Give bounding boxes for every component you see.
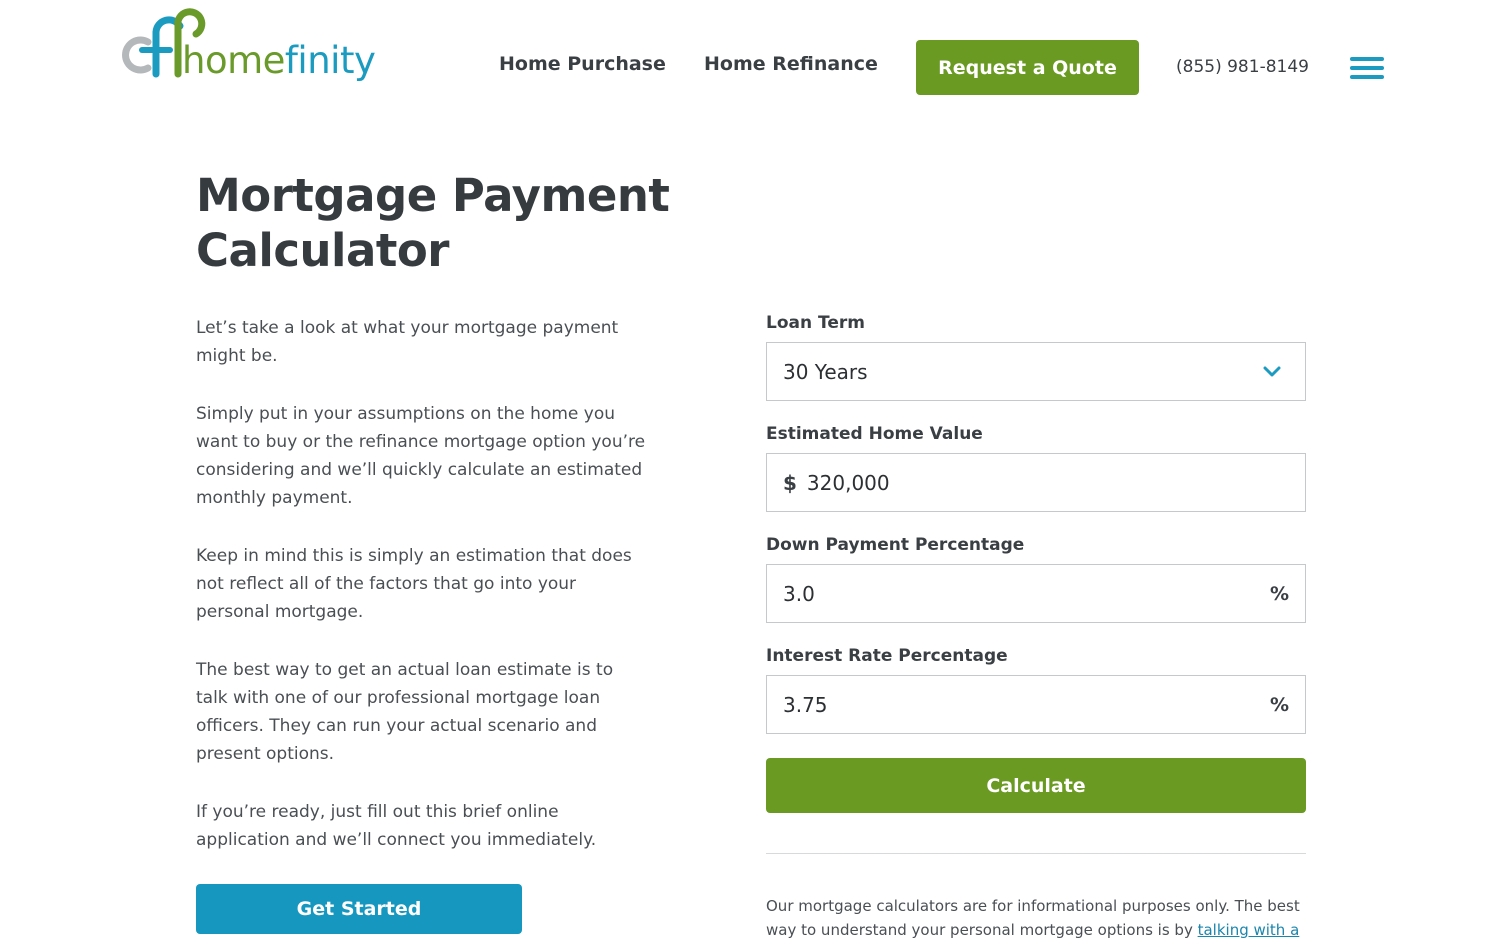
intro-paragraph: If you’re ready, just fill out this brie… (196, 802, 597, 850)
page-title: Mortgage Payment Calculator (196, 168, 716, 278)
phone-number-link[interactable]: (855) 981-8149 (1176, 57, 1309, 77)
talk-with-officer-link[interactable]: talking with a (1198, 921, 1300, 939)
interest-rate-field[interactable]: % (766, 675, 1306, 734)
intro-paragraph: The best way to get an actual loan estim… (196, 660, 614, 764)
interest-rate-label: Interest Rate Percentage (766, 646, 1008, 666)
percent-suffix: % (1269, 693, 1289, 716)
intro-paragraph: Let’s take a look at what your mortgage … (196, 318, 619, 366)
calculate-button[interactable]: Calculate (766, 758, 1306, 813)
dollar-prefix: $ (783, 470, 797, 495)
nav-home-purchase[interactable]: Home Purchase (499, 53, 666, 75)
disclaimer-text: Our mortgage calculators are for informa… (766, 894, 1306, 941)
home-value-field[interactable]: $ (766, 453, 1306, 512)
homefinity-logo[interactable]: homefinity (118, 6, 378, 86)
down-payment-label: Down Payment Percentage (766, 535, 1025, 555)
interest-rate-input[interactable] (783, 692, 1270, 717)
home-value-input[interactable] (806, 470, 1305, 495)
loan-term-label: Loan Term (766, 313, 865, 333)
home-value-label: Estimated Home Value (766, 424, 983, 444)
intro-paragraph: Keep in mind this is simply an estimatio… (196, 546, 632, 622)
page-title-line1: Mortgage Payment (196, 169, 670, 222)
intro-text: Let’s take a look at what your mortgage … (196, 314, 646, 884)
down-payment-input[interactable] (783, 581, 1270, 606)
request-quote-button[interactable]: Request a Quote (916, 40, 1139, 95)
logo-wordmark: homefinity (182, 39, 376, 82)
down-payment-field[interactable]: % (766, 564, 1306, 623)
page-title-line2: Calculator (196, 224, 449, 277)
page: homefinity Home Purchase Home Refinance … (0, 0, 1498, 941)
get-started-button[interactable]: Get Started (196, 884, 522, 934)
divider (766, 853, 1306, 854)
loan-term-value: 30 Years (783, 359, 868, 384)
nav-home-refinance[interactable]: Home Refinance (704, 53, 878, 75)
hamburger-menu-icon[interactable] (1350, 57, 1384, 79)
loan-term-select[interactable]: 30 Years (766, 342, 1306, 401)
percent-suffix: % (1269, 582, 1289, 605)
chevron-down-icon (1263, 366, 1281, 376)
intro-paragraph: Simply put in your assumptions on the ho… (196, 404, 646, 508)
